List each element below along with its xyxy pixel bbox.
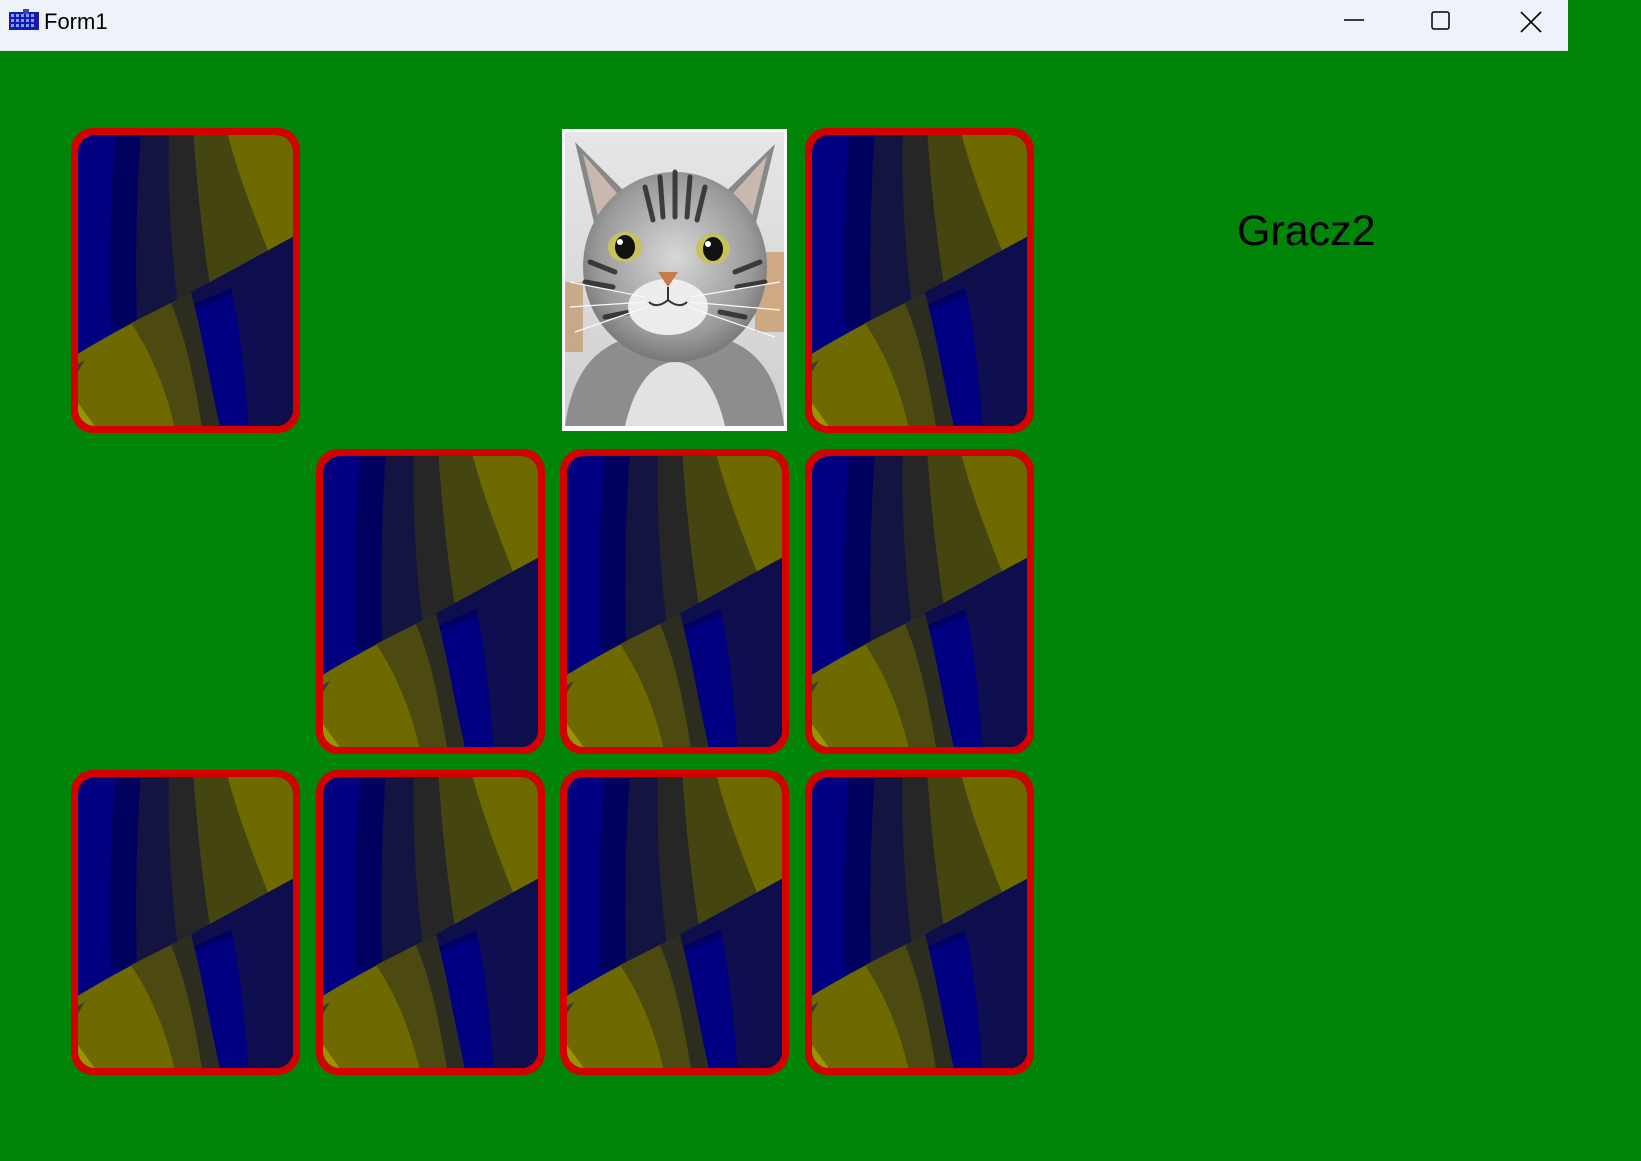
cat-image (565, 132, 784, 426)
title-bar[interactable]: Form1 (0, 0, 1568, 51)
maximize-button[interactable] (1397, 0, 1485, 44)
card-back[interactable] (560, 770, 789, 1075)
card-back[interactable] (805, 449, 1034, 754)
card-back[interactable] (805, 128, 1034, 433)
app-grid-icon (9, 9, 39, 33)
maximize-icon (1431, 11, 1450, 30)
minimize-icon (1344, 19, 1364, 21)
card-back[interactable] (316, 770, 545, 1075)
current-player-label: Gracz2 (1237, 207, 1376, 255)
card-back[interactable] (71, 128, 300, 433)
card-back[interactable] (71, 770, 300, 1075)
close-button[interactable] (1486, 0, 1574, 44)
card-face-up-cat[interactable] (562, 129, 787, 431)
close-icon (1520, 11, 1542, 33)
minimize-button[interactable] (1310, 0, 1398, 44)
card-back[interactable] (316, 449, 545, 754)
game-board: Gracz2 (0, 51, 1568, 1109)
card-back[interactable] (560, 449, 789, 754)
window-title: Form1 (44, 9, 108, 34)
card-back[interactable] (805, 770, 1034, 1075)
